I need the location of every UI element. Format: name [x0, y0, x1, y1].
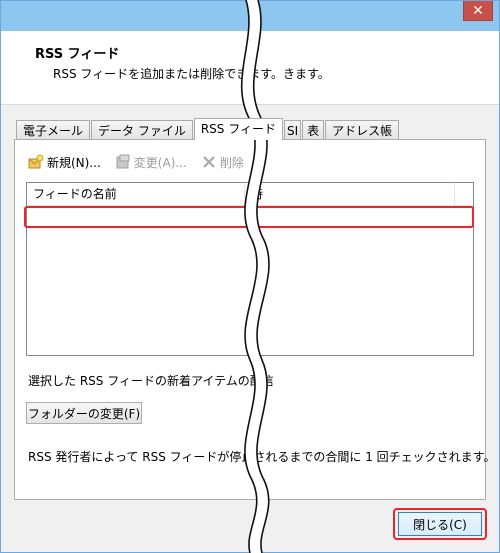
tab-strip: 電子メール データ ファイル RSS フィード SI 表 アドレス帳 — [16, 118, 400, 140]
title-bar[interactable]: ✕ — [1, 1, 499, 31]
tab-data-files[interactable]: データ ファイル — [91, 120, 193, 140]
feed-list-header: フィードの名前 時 — [27, 183, 473, 206]
change-folder-button[interactable]: フォルダーの変更(F) — [26, 402, 142, 424]
page-title: RSS フィード — [35, 47, 120, 62]
feed-toolbar: 新規(N)... 変更(A)... 削除 — [28, 151, 258, 173]
change-feed-button[interactable]: 変更(A)... — [115, 154, 187, 171]
new-feed-label: 新規(N)... — [47, 155, 101, 170]
close-icon: ✕ — [472, 2, 484, 19]
change-feed-icon — [115, 154, 131, 170]
new-feed-icon — [28, 154, 44, 170]
delivery-location-text: 選択した RSS フィードの新着アイテムの配信 — [28, 374, 274, 388]
publisher-check-text: RSS 発行者によって RSS フィードが停止されるまでの合間に 1 回チェック… — [28, 450, 496, 464]
tab-rss-feeds[interactable]: RSS フィード — [193, 118, 283, 140]
delete-icon — [201, 154, 217, 170]
delete-feed-label: 削除 — [219, 155, 244, 170]
window-close-button[interactable]: ✕ — [463, 1, 493, 21]
tab-email[interactable]: 電子メール — [16, 120, 91, 140]
highlighted-feed-row[interactable] — [24, 206, 474, 228]
delete-feed-button[interactable]: 削除 — [201, 154, 244, 171]
change-feed-label: 変更(A)... — [133, 155, 187, 170]
close-button[interactable]: 閉じる(C) — [398, 512, 482, 536]
column-header-time[interactable]: 時 — [245, 183, 455, 205]
tab-address-books[interactable]: アドレス帳 — [325, 120, 400, 140]
column-header-feed-name[interactable]: フィードの名前 — [27, 183, 245, 205]
tab-published-calendars[interactable]: 表 — [302, 120, 325, 140]
tab-sharepoint-lists[interactable]: SI — [284, 120, 302, 140]
dialog-header: RSS フィード RSS フィードを追加または削除できます。きます。 — [1, 31, 499, 105]
page-description: RSS フィードを追加または削除できます。きます。 — [53, 67, 330, 81]
column-header-time-label: 時 — [251, 187, 264, 201]
new-feed-button[interactable]: 新規(N)... — [28, 154, 101, 171]
